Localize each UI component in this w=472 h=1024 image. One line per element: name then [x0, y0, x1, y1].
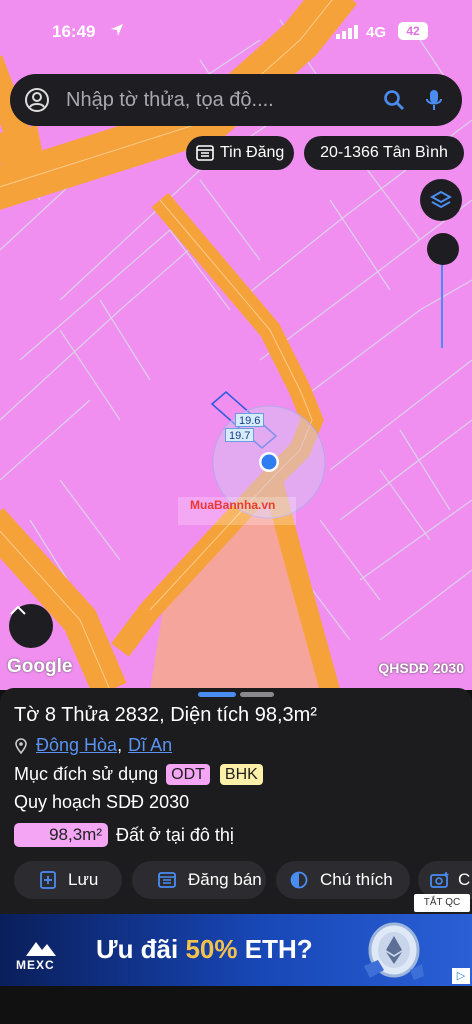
- land-use-label: Mục đích sử dụng: [14, 764, 159, 784]
- ad-headline-prefix: Ưu đãi: [96, 934, 186, 964]
- plan-area-row: 98,3m² Đất ở tại đô thị: [14, 823, 234, 847]
- pin-icon: [15, 737, 27, 754]
- bottom-safe-area: [0, 986, 472, 1024]
- legend-button[interactable]: Chú thích: [276, 861, 410, 899]
- battery-indicator: 42: [398, 22, 428, 40]
- land-use-badge-bhk: BHK: [219, 764, 263, 785]
- listing-icon: [158, 872, 176, 888]
- microphone-icon[interactable]: [422, 88, 446, 112]
- chevron-up-icon: [10, 605, 26, 615]
- ad-headline-suffix: ETH?: [237, 934, 313, 964]
- ad-banner[interactable]: MEXC Ưu đãi 50% ETH? ▷: [0, 914, 472, 986]
- google-attribution: Google: [7, 656, 73, 677]
- plan-heading: Quy hoạch SDĐ 2030: [14, 792, 190, 812]
- network-type: 4G: [366, 24, 387, 41]
- dimension-label-1: 19.6: [235, 413, 265, 427]
- plan-area-description: Đất ở tại đô thị: [116, 824, 234, 845]
- sheet-handle[interactable]: [198, 692, 236, 697]
- ad-headline: Ưu đãi 50% ETH?: [96, 934, 313, 965]
- eth-coin-icon: [364, 922, 424, 980]
- ad-headline-highlight: 50%: [185, 934, 238, 964]
- map-layer-name: QHSDĐ 2030: [378, 660, 464, 676]
- search-icon[interactable]: [382, 88, 406, 112]
- listing-chip-label: Tin Đăng: [220, 144, 285, 161]
- city-link[interactable]: Dĩ An: [128, 735, 172, 756]
- camera-button-label: C: [458, 870, 471, 889]
- ad-choices-icon[interactable]: ▷: [452, 968, 470, 984]
- opacity-slider-track[interactable]: [441, 262, 443, 348]
- layers-button[interactable]: [420, 179, 462, 221]
- watermark-logo: MuaBannha.vn: [190, 498, 276, 512]
- opacity-slider-handle[interactable]: [427, 233, 459, 265]
- status-time: 16:49: [52, 22, 96, 41]
- plan-area-value: 98,3m²: [14, 823, 108, 847]
- search-input[interactable]: Nhập tờ thửa, tọa độ....: [66, 89, 382, 112]
- ad-brand: MEXC: [16, 958, 55, 972]
- layers-icon: [430, 190, 452, 209]
- save-button-label: Lưu: [68, 870, 99, 889]
- expand-up-button[interactable]: [9, 604, 53, 648]
- parcel-location: Đông Hòa, Dĩ An: [14, 735, 172, 756]
- watermark: MuaBannha.vn: [178, 497, 296, 525]
- legend-button-label: Chú thích: [320, 870, 393, 889]
- location-marker: [261, 454, 277, 470]
- land-use-badge-odt: ODT: [166, 764, 210, 785]
- close-ad-button[interactable]: TẮT QC: [414, 894, 470, 912]
- post-for-sale-button[interactable]: Đăng bán: [132, 861, 266, 899]
- contrast-icon: [290, 871, 308, 889]
- dimension-label-2: 19.7: [225, 428, 255, 442]
- address-chip-label: 20-1366 Tân Bình: [320, 144, 448, 161]
- parcel-info-sheet[interactable]: Tờ 8 Thửa 2832, Diện tích 98,3m² Đông Hò…: [0, 688, 472, 914]
- listing-icon: [196, 145, 214, 161]
- parcel-title: Tờ 8 Thửa 2832, Diện tích 98,3m²: [14, 704, 317, 726]
- search-bar[interactable]: Nhập tờ thửa, tọa độ....: [10, 74, 462, 126]
- listing-chip[interactable]: Tin Đăng: [186, 136, 294, 170]
- signal-icon: [336, 25, 358, 39]
- address-chip[interactable]: 20-1366 Tân Bình: [304, 136, 464, 170]
- ward-link[interactable]: Đông Hòa: [36, 735, 117, 756]
- land-use-row: Mục đích sử dụng ODT BHK: [14, 764, 263, 785]
- action-bar: Lưu Đăng bán Chú thích C: [14, 861, 472, 901]
- add-bookmark-icon: [40, 871, 56, 889]
- location-arrow-icon: [111, 24, 123, 36]
- save-button[interactable]: Lưu: [14, 861, 122, 899]
- sheet-handle-secondary[interactable]: [240, 692, 274, 697]
- account-icon[interactable]: [24, 87, 50, 113]
- status-bar: 16:49 4G 42: [0, 0, 472, 60]
- camera-icon: [430, 872, 449, 888]
- post-for-sale-label: Đăng bán: [188, 870, 262, 889]
